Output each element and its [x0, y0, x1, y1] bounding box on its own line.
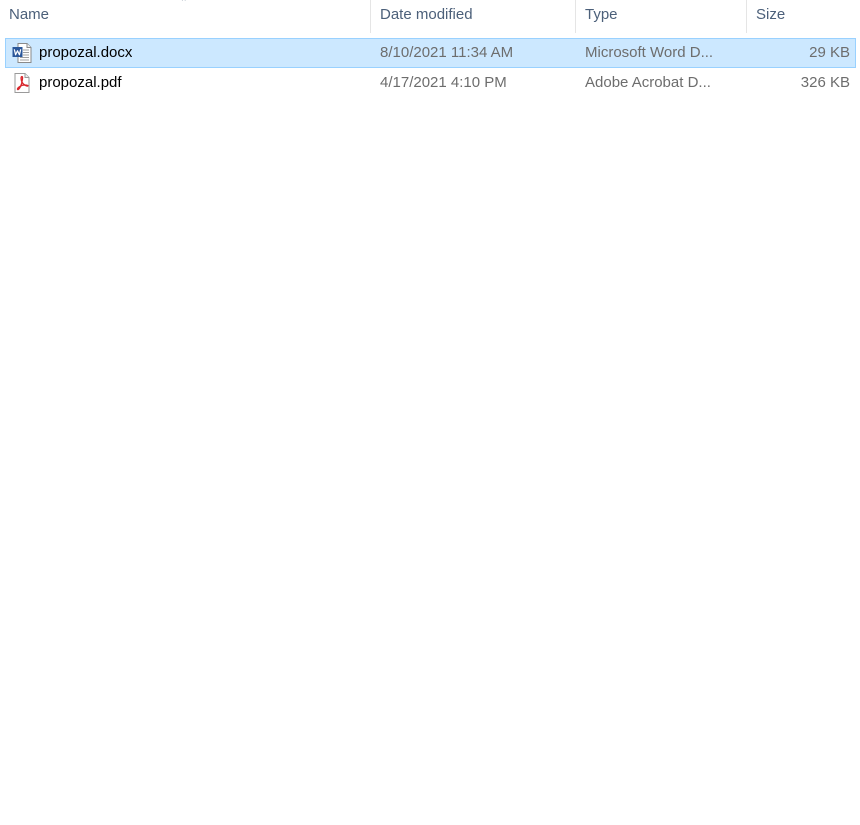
pdf-document-icon [14, 73, 30, 93]
file-explorer-view: Name ⌃ Date modified Type Size propozal.… [0, 0, 860, 825]
file-date-modified: 4/17/2021 4:10 PM [380, 74, 507, 91]
word-document-icon [12, 43, 32, 63]
file-name: propozal.docx [39, 44, 133, 61]
file-size: 29 KB [809, 44, 850, 61]
file-date-modified: 8/10/2021 11:34 AM [380, 44, 514, 61]
file-size: 326 KB [800, 74, 850, 91]
column-header-size[interactable]: Size [747, 0, 860, 33]
sort-ascending-icon: ⌃ [180, 0, 188, 7]
file-name: propozal.pdf [39, 74, 122, 91]
column-header-name-label: Name [9, 6, 50, 23]
column-header-name[interactable]: Name ⌃ [0, 0, 371, 33]
column-header-date-modified[interactable]: Date modified [371, 0, 576, 33]
file-type: Adobe Acrobat D... [585, 74, 711, 91]
file-type: Microsoft Word D... [585, 44, 714, 61]
column-header-date-label: Date modified [380, 6, 473, 23]
column-header-bar: Name ⌃ Date modified Type Size [0, 0, 860, 33]
column-header-size-label: Size [756, 6, 786, 23]
file-row-propozal-pdf[interactable]: propozal.pdf 4/17/2021 4:10 PM Adobe Acr… [5, 68, 856, 98]
file-row-propozal-docx[interactable]: propozal.docx 8/10/2021 11:34 AM Microso… [5, 38, 856, 68]
column-header-type-label: Type [585, 6, 618, 23]
file-list: propozal.docx 8/10/2021 11:34 AM Microso… [0, 38, 860, 98]
column-header-type[interactable]: Type [576, 0, 747, 33]
